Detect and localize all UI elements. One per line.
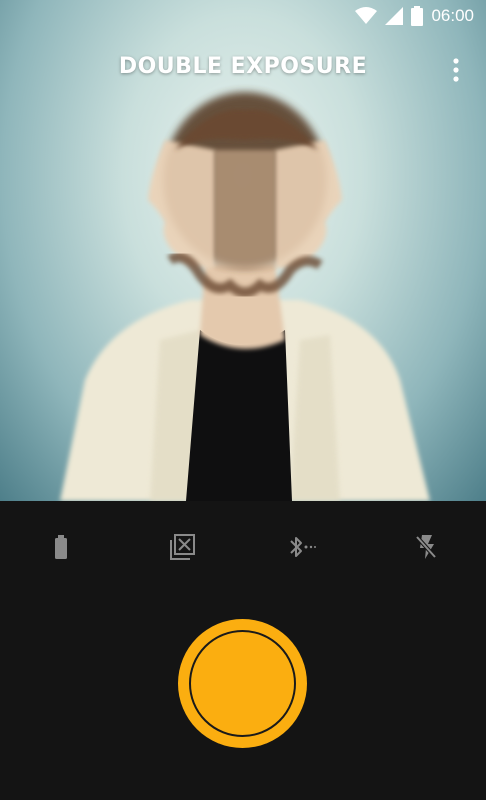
battery-icon — [411, 6, 424, 26]
wifi-icon — [355, 7, 378, 25]
flash-off-icon[interactable] — [410, 531, 442, 563]
status-time: 06:00 — [431, 6, 474, 25]
exposure-toggle-icon[interactable] — [166, 531, 198, 563]
battery-level-icon[interactable] — [45, 531, 77, 563]
bluetooth-searching-icon[interactable] — [286, 531, 318, 563]
cell-signal-icon — [385, 7, 404, 25]
shutter-ring — [189, 630, 296, 737]
page-title: DOUBLE EXPOSURE — [118, 54, 368, 79]
more-vert-icon[interactable] — [444, 56, 468, 84]
camera-controls — [0, 501, 486, 800]
shutter-button[interactable] — [178, 619, 307, 748]
status-bar: 06:00 — [0, 0, 486, 32]
